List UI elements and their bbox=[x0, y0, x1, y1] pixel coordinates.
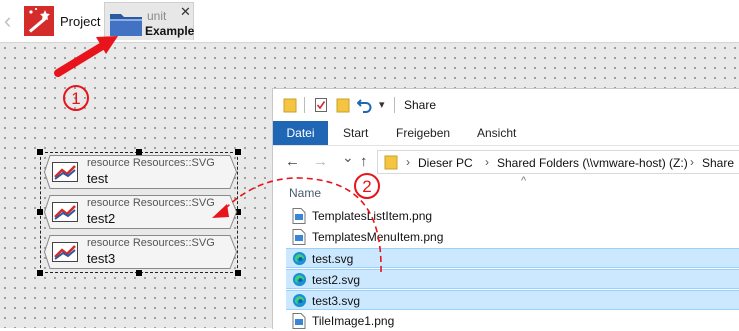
tab-unit-subtitle: unit bbox=[147, 9, 167, 23]
tab-unit-title: Example bbox=[145, 24, 195, 38]
edge-svg-icon bbox=[292, 293, 307, 308]
file-name: TemplatesListItem.png bbox=[312, 209, 433, 223]
quick-access-dropdown-icon[interactable]: ▾ bbox=[379, 98, 385, 111]
breadcrumb-share[interactable]: Share bbox=[702, 156, 734, 170]
resource-type-label: resource Resources::SVG bbox=[87, 157, 215, 169]
tab-start[interactable]: Start bbox=[343, 121, 368, 145]
tab-project-label: Project bbox=[60, 13, 101, 29]
file-name: test3.svg bbox=[312, 294, 361, 308]
undo-icon[interactable] bbox=[357, 97, 373, 113]
png-file-icon bbox=[292, 229, 306, 245]
file-row[interactable]: TemplatesListItem.png bbox=[286, 206, 739, 226]
recent-locations-icon[interactable]: ⌄ bbox=[342, 149, 354, 166]
png-file-icon bbox=[292, 208, 306, 224]
toolbar-divider bbox=[304, 97, 305, 113]
properties-icon[interactable] bbox=[314, 97, 328, 113]
selection-handle[interactable] bbox=[37, 209, 43, 215]
selection-handle[interactable] bbox=[37, 270, 43, 276]
address-bar[interactable]: › Dieser PC › Shared Folders (\\vmware-h… bbox=[377, 150, 739, 174]
selection-handle[interactable] bbox=[235, 270, 241, 276]
file-row[interactable]: test3.svg bbox=[286, 290, 739, 310]
png-file-icon bbox=[292, 313, 306, 329]
toolbar-divider bbox=[394, 97, 395, 113]
folder-icon[interactable] bbox=[283, 97, 297, 113]
resource-name: test3 bbox=[87, 251, 116, 266]
breadcrumb-this-pc[interactable]: Dieser PC bbox=[418, 156, 473, 170]
resource-item[interactable]: resource Resources::SVG test bbox=[44, 155, 237, 189]
breadcrumb-separator: › bbox=[485, 155, 489, 169]
breadcrumb-shared-folders[interactable]: Shared Folders (\\vmware-host) (Z:) bbox=[497, 156, 688, 170]
tab-unit-example[interactable]: unit Example ✕ bbox=[104, 2, 194, 40]
folder-icon bbox=[384, 155, 398, 170]
column-header-name[interactable]: Name bbox=[289, 186, 321, 200]
resource-type-label: resource Resources::SVG bbox=[87, 237, 215, 249]
svg-resource-icon bbox=[52, 162, 78, 182]
edge-svg-icon bbox=[292, 251, 307, 266]
window-title: Share bbox=[404, 98, 437, 112]
back-arrow-icon[interactable]: ‹ bbox=[4, 10, 18, 32]
tab-project[interactable]: Project bbox=[24, 6, 100, 36]
file-row[interactable]: TileImage1.png bbox=[286, 311, 739, 331]
file-row[interactable]: test.svg bbox=[286, 248, 739, 268]
resource-item[interactable]: resource Resources::SVG test3 bbox=[44, 235, 237, 269]
resource-name: test2 bbox=[87, 211, 116, 226]
tab-datei[interactable]: Datei bbox=[273, 121, 328, 145]
resource-item[interactable]: resource Resources::SVG test2 bbox=[44, 195, 237, 229]
file-name: TileImage1.png bbox=[312, 314, 395, 328]
file-explorer-window: ▾ Share Datei Start Freigeben Ansicht ← … bbox=[272, 88, 739, 329]
selection-handle[interactable] bbox=[136, 270, 142, 276]
file-name: test2.svg bbox=[312, 273, 361, 287]
close-icon[interactable]: ✕ bbox=[180, 4, 191, 20]
back-icon[interactable]: ← bbox=[285, 153, 300, 170]
sort-indicator-icon: ^ bbox=[521, 175, 527, 187]
resource-name: test bbox=[87, 171, 108, 186]
svg-resource-icon bbox=[52, 242, 78, 262]
up-icon[interactable]: ↑ bbox=[360, 153, 368, 170]
file-name: TemplatesMenuItem.png bbox=[312, 230, 444, 244]
breadcrumb-separator: › bbox=[406, 155, 410, 169]
edge-svg-icon bbox=[292, 272, 307, 287]
quick-access-toolbar: ▾ Share bbox=[273, 89, 739, 121]
file-row[interactable]: test2.svg bbox=[286, 269, 739, 289]
resource-type-label: resource Resources::SVG bbox=[87, 197, 215, 209]
file-row[interactable]: TemplatesMenuItem.png bbox=[286, 227, 739, 247]
tab-bar: ‹ Project unit Example ✕ bbox=[0, 0, 739, 43]
selection-handle[interactable] bbox=[37, 149, 43, 155]
tab-ansicht[interactable]: Ansicht bbox=[477, 121, 516, 145]
breadcrumb-separator: › bbox=[690, 155, 694, 169]
tab-freigeben[interactable]: Freigeben bbox=[396, 121, 450, 145]
svg-resource-icon bbox=[52, 202, 78, 222]
folder-icon bbox=[110, 14, 142, 36]
project-wand-icon bbox=[24, 6, 54, 36]
new-folder-icon[interactable] bbox=[336, 97, 350, 113]
forward-icon[interactable]: → bbox=[313, 153, 328, 170]
file-name: test.svg bbox=[312, 252, 354, 266]
navigation-bar: ← → ⌄ ↑ › Dieser PC › Shared Folders (\\… bbox=[273, 146, 739, 178]
ribbon-tabs: Datei Start Freigeben Ansicht bbox=[273, 121, 739, 146]
